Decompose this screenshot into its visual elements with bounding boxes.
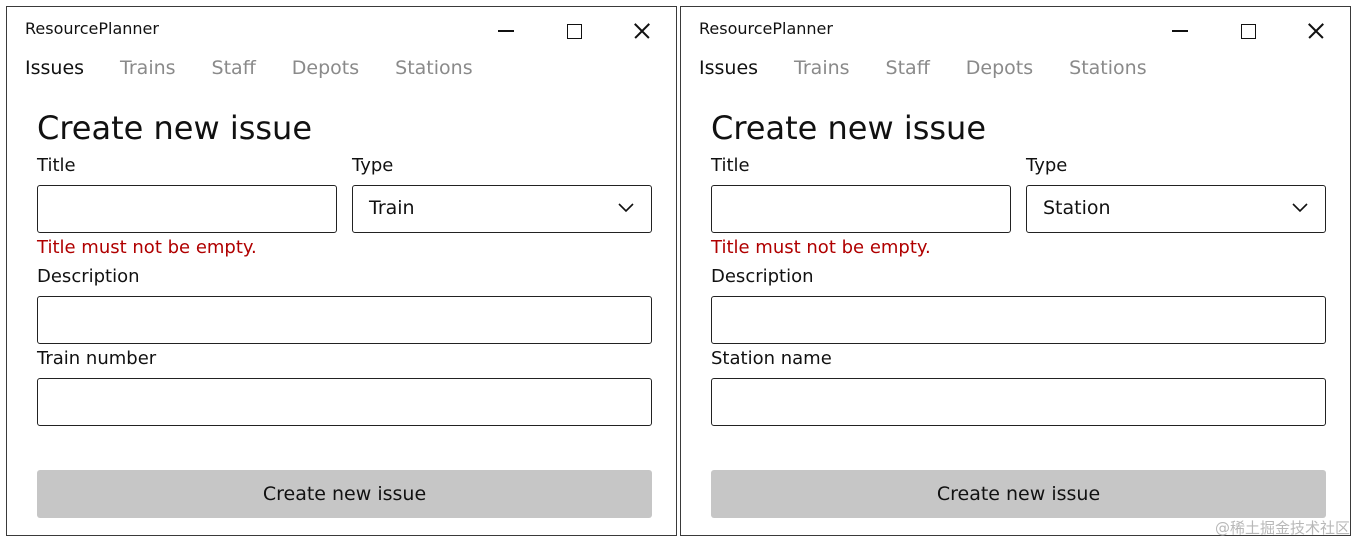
chevron-down-icon bbox=[1292, 203, 1308, 213]
description-input[interactable] bbox=[37, 296, 652, 344]
title-input[interactable] bbox=[37, 185, 337, 233]
train-number-label: Train number bbox=[37, 348, 157, 369]
title-label: Title bbox=[37, 155, 76, 176]
type-select[interactable]: Train bbox=[352, 185, 652, 233]
title-bar: ResourcePlanner bbox=[681, 7, 1350, 55]
title-error-message: Title must not be empty. bbox=[711, 237, 931, 258]
station-name-input[interactable] bbox=[711, 378, 1326, 426]
maximize-icon[interactable] bbox=[1214, 7, 1282, 55]
title-input[interactable] bbox=[711, 185, 1011, 233]
type-label: Type bbox=[352, 155, 394, 176]
description-label: Description bbox=[711, 266, 814, 287]
create-issue-button[interactable]: Create new issue bbox=[37, 470, 652, 518]
tab-staff[interactable]: Staff bbox=[886, 57, 930, 79]
type-select-value: Train bbox=[369, 197, 415, 219]
tab-issues[interactable]: Issues bbox=[699, 57, 758, 79]
nav-tabs: Issues Trains Staff Depots Stations bbox=[699, 57, 1183, 79]
app-title: ResourcePlanner bbox=[699, 19, 833, 38]
page-title: Create new issue bbox=[37, 109, 313, 147]
title-error-message: Title must not be empty. bbox=[37, 237, 257, 258]
minimize-icon[interactable] bbox=[472, 7, 540, 55]
window-train-issue: ResourcePlanner Issues Trains Staff Depo… bbox=[6, 6, 677, 536]
tab-issues[interactable]: Issues bbox=[25, 57, 84, 79]
tab-staff[interactable]: Staff bbox=[212, 57, 256, 79]
tab-depots[interactable]: Depots bbox=[292, 57, 359, 79]
title-label: Title bbox=[711, 155, 750, 176]
tab-trains[interactable]: Trains bbox=[120, 57, 176, 79]
window-controls bbox=[472, 7, 676, 55]
description-label: Description bbox=[37, 266, 140, 287]
type-label: Type bbox=[1026, 155, 1068, 176]
close-icon[interactable] bbox=[1282, 7, 1350, 55]
close-icon[interactable] bbox=[608, 7, 676, 55]
description-input[interactable] bbox=[711, 296, 1326, 344]
create-issue-button[interactable]: Create new issue bbox=[711, 470, 1326, 518]
minimize-icon[interactable] bbox=[1146, 7, 1214, 55]
watermark: @稀土掘金技术社区 bbox=[1214, 519, 1350, 537]
tab-depots[interactable]: Depots bbox=[966, 57, 1033, 79]
title-bar: ResourcePlanner bbox=[7, 7, 676, 55]
type-select-value: Station bbox=[1043, 197, 1111, 219]
station-name-label: Station name bbox=[711, 348, 832, 369]
maximize-icon[interactable] bbox=[540, 7, 608, 55]
tab-stations[interactable]: Stations bbox=[1069, 57, 1146, 79]
app-title: ResourcePlanner bbox=[25, 19, 159, 38]
nav-tabs: Issues Trains Staff Depots Stations bbox=[25, 57, 509, 79]
type-select[interactable]: Station bbox=[1026, 185, 1326, 233]
window-station-issue: ResourcePlanner Issues Trains Staff Depo… bbox=[680, 6, 1351, 536]
tab-stations[interactable]: Stations bbox=[395, 57, 472, 79]
tab-trains[interactable]: Trains bbox=[794, 57, 850, 79]
train-number-input[interactable] bbox=[37, 378, 652, 426]
page-title: Create new issue bbox=[711, 109, 987, 147]
window-controls bbox=[1146, 7, 1350, 55]
chevron-down-icon bbox=[618, 203, 634, 213]
